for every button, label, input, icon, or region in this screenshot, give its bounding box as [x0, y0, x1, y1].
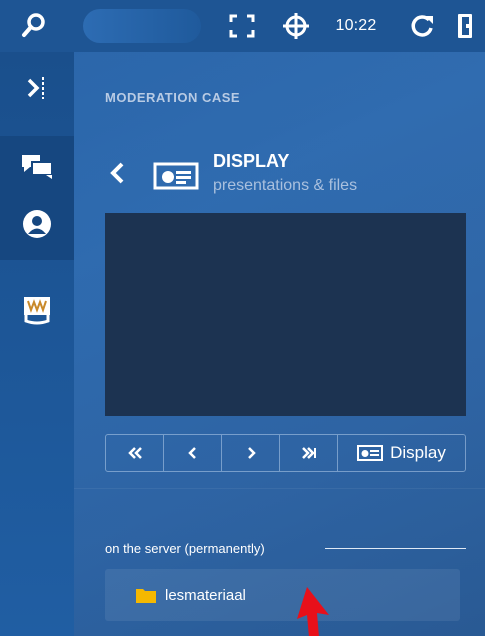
collapse-panel-button[interactable]: [0, 68, 74, 108]
next-page-button[interactable]: [222, 435, 280, 471]
fullscreen-button[interactable]: [222, 0, 262, 52]
target-button[interactable]: [276, 0, 316, 52]
search-button[interactable]: [14, 0, 54, 52]
back-button[interactable]: [104, 158, 132, 188]
server-section-line: [325, 548, 466, 549]
collapse-panel-icon: [27, 77, 44, 99]
search-icon: [22, 13, 45, 37]
last-page-button[interactable]: [280, 435, 338, 471]
exit-button[interactable]: [450, 0, 480, 52]
display-subtitle: presentations & files: [213, 177, 358, 194]
left-rail: [0, 52, 74, 636]
chevron-right-icon: [247, 447, 256, 459]
display-title: DISPLAY: [213, 151, 290, 171]
display-icon: [153, 162, 199, 195]
last-page-icon: [301, 447, 316, 459]
chat-button[interactable]: [0, 144, 74, 188]
presentation-preview: [105, 213, 466, 416]
display-icon: [357, 445, 384, 461]
whiteboard-icon: [24, 297, 50, 325]
display-button[interactable]: Display: [338, 435, 465, 471]
double-chevron-left-icon: [127, 447, 142, 459]
display-button-label: Display: [390, 443, 446, 462]
server-section-label: on the server (permanently): [105, 541, 265, 556]
folder-icon: [136, 589, 156, 603]
chevron-left-icon: [187, 447, 196, 459]
refresh-button[interactable]: [402, 0, 442, 52]
mouse-cursor-icon: [291, 585, 337, 636]
clock: 10:22: [330, 0, 382, 52]
section-title: MODERATION CASE: [105, 90, 241, 105]
first-page-button[interactable]: [106, 435, 164, 471]
fullscreen-icon: [229, 14, 255, 38]
prev-page-button[interactable]: [164, 435, 222, 471]
user-button[interactable]: [0, 202, 74, 246]
clock-time: 10:22: [335, 17, 377, 34]
section-divider: [74, 488, 485, 489]
refresh-icon: [411, 15, 433, 37]
whiteboard-button[interactable]: [0, 288, 74, 332]
status-pill: [83, 9, 201, 43]
folder-name: lesmateriaal: [165, 586, 246, 604]
presentation-controls: Display: [105, 434, 466, 472]
user-icon: [23, 210, 51, 238]
chat-icon: [22, 155, 53, 179]
top-bar: 10:22: [0, 0, 485, 52]
folder-item[interactable]: lesmateriaal: [105, 569, 460, 621]
chevron-left-icon: [110, 162, 124, 184]
target-icon: [283, 13, 309, 39]
exit-door-icon: [458, 14, 472, 38]
